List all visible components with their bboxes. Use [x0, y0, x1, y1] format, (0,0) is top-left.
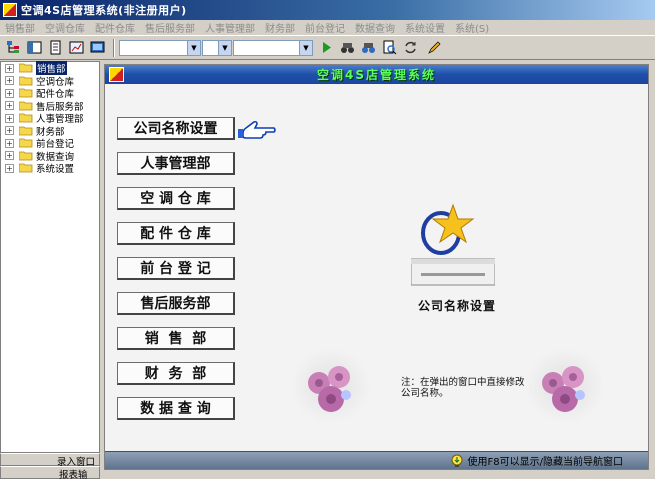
toolbar-separator [113, 38, 115, 57]
ac-warehouse-button[interactable]: 空 调 仓 库 [117, 187, 235, 210]
main-window: 空调4S店管理系统 公司名称设置 人事管理部 空 调 仓 库 配 件 仓 库 前… [104, 64, 649, 470]
folder-icon [18, 76, 33, 86]
chevron-down-icon: ▼ [218, 40, 231, 55]
document-button[interactable] [46, 39, 64, 57]
expand-icon[interactable]: + [5, 63, 14, 73]
search-button[interactable] [359, 39, 377, 57]
filter-combo-2[interactable]: ▼ [202, 39, 232, 56]
tree-item-front-desk[interactable]: + 前台登记 [1, 137, 99, 150]
expand-icon[interactable]: + [5, 126, 14, 136]
chevron-down-icon: ▼ [299, 40, 312, 55]
folder-icon [18, 163, 33, 173]
input-window-tab[interactable]: 录入窗口 [0, 453, 100, 468]
edit-button[interactable] [422, 39, 446, 57]
filter-combo-3[interactable]: ▼ [233, 39, 313, 56]
tree-item-finance[interactable]: + 财务部 [1, 125, 99, 138]
logo-caption: 公司名称设置 [417, 299, 496, 313]
expand-icon[interactable]: + [5, 163, 14, 173]
folder-open-icon [18, 63, 33, 73]
expand-icon[interactable]: + [5, 151, 14, 161]
folder-icon [18, 126, 33, 136]
main-window-title-bar: 空调4S店管理系统 [105, 65, 648, 84]
document-icon [50, 40, 60, 55]
bottom-left-panel: 录入窗口 报表输出 [0, 453, 100, 479]
folder-icon [18, 151, 33, 161]
tree-view-button[interactable] [4, 39, 22, 57]
menu-item-ac-warehouse[interactable]: 空调仓库 [40, 20, 90, 35]
tree-item-settings[interactable]: + 系统设置 [1, 162, 99, 175]
expand-icon[interactable]: + [5, 113, 14, 123]
chevron-down-icon: ▼ [187, 40, 200, 55]
status-text: 使用F8可以显示/隐藏当前导航窗口 [467, 457, 623, 468]
tree-item-data-query[interactable]: + 数据查询 [1, 150, 99, 163]
tree-item-label: 系统设置 [36, 164, 75, 176]
flower-icon [525, 348, 605, 424]
main-window-title: 空调4S店管理系统 [317, 68, 436, 82]
menu-item-settings[interactable]: 系统设置 [400, 20, 450, 35]
binoculars-icon [340, 43, 354, 53]
run-button[interactable] [317, 39, 335, 57]
menu-bar: 销售部 空调仓库 配件仓库 售后服务部 人事管理部 财务部 前台登记 数据查询 … [0, 20, 655, 36]
expand-icon[interactable]: + [5, 138, 14, 148]
sales-department-button[interactable]: 销 售 部 [117, 327, 235, 350]
filter-combo-1[interactable]: ▼ [119, 39, 201, 56]
title-bar: 空调4S店管理系统(非注册用户) [0, 0, 655, 20]
chart-icon [69, 41, 83, 54]
toolbar: ▼ ▼ ▼ [0, 36, 655, 60]
folder-icon [18, 113, 33, 123]
company-logo-icon [411, 203, 495, 286]
app-icon [109, 67, 124, 82]
expand-icon[interactable]: + [5, 76, 14, 86]
tree-item-after-sales[interactable]: + 售后服务部 [1, 100, 99, 113]
screen-icon [90, 41, 104, 53]
tree-item-sales[interactable]: + 销售部 [1, 61, 99, 76]
pointing-hand-icon [238, 120, 276, 139]
magnifier-icon [383, 40, 396, 55]
chart-button[interactable] [67, 39, 85, 57]
tree-icon [6, 41, 19, 53]
status-bar: 使用F8可以显示/隐藏当前导航窗口 [105, 451, 648, 469]
folder-icon [18, 138, 33, 148]
menu-item-after-sales[interactable]: 售后服务部 [140, 20, 200, 35]
play-icon [322, 42, 331, 53]
binoculars-icon [361, 43, 375, 53]
menu-item-sales[interactable]: 销售部 [0, 20, 40, 35]
refresh-icon [404, 41, 416, 54]
menu-item-hr[interactable]: 人事管理部 [200, 20, 260, 35]
data-query-button[interactable]: 数 据 查 询 [117, 397, 235, 420]
expand-icon[interactable]: + [5, 88, 14, 98]
flower-icon [291, 348, 371, 424]
menu-item-parts-warehouse[interactable]: 配件仓库 [90, 20, 140, 35]
after-sales-button[interactable]: 售后服务部 [117, 292, 235, 315]
finance-department-button[interactable]: 财 务 部 [117, 362, 235, 385]
menu-item-front-desk[interactable]: 前台登记 [300, 20, 350, 35]
panel-icon [27, 41, 41, 54]
parts-warehouse-button[interactable]: 配 件 仓 库 [117, 222, 235, 245]
refresh-button[interactable] [401, 39, 419, 57]
menu-item-finance[interactable]: 财务部 [260, 20, 300, 35]
window-title: 空调4S店管理系统(非注册用户) [21, 4, 187, 17]
tree-item-parts-warehouse[interactable]: + 配件仓库 [1, 87, 99, 100]
panel-view-button[interactable] [25, 39, 43, 57]
tree-item-hr[interactable]: + 人事管理部 [1, 112, 99, 125]
pencil-icon [427, 41, 440, 54]
folder-icon [18, 101, 33, 111]
hr-department-button[interactable]: 人事管理部 [117, 152, 235, 175]
menu-item-system[interactable]: 系统(S) [450, 20, 494, 35]
navigation-tree: + 销售部 + 空调仓库 + 配件仓库 + 售后服务部 + 人事管理部 + 财务… [0, 61, 100, 453]
front-desk-button[interactable]: 前 台 登 记 [117, 257, 235, 280]
tree-item-ac-warehouse[interactable]: + 空调仓库 [1, 75, 99, 88]
screen-button[interactable] [88, 39, 106, 57]
find-user-button[interactable] [338, 39, 356, 57]
info-bulb-icon [451, 454, 463, 467]
app-icon [3, 3, 17, 17]
print-preview-button[interactable] [380, 39, 398, 57]
note-text: 注：在弹出的窗口中直接修改公司名称。 [401, 377, 525, 399]
report-output-tab[interactable]: 报表输出 [0, 466, 100, 479]
company-name-settings-button[interactable]: 公司名称设置 [117, 117, 235, 140]
folder-icon [18, 88, 33, 98]
menu-item-data-query[interactable]: 数据查询 [350, 20, 400, 35]
expand-icon[interactable]: + [5, 101, 14, 111]
